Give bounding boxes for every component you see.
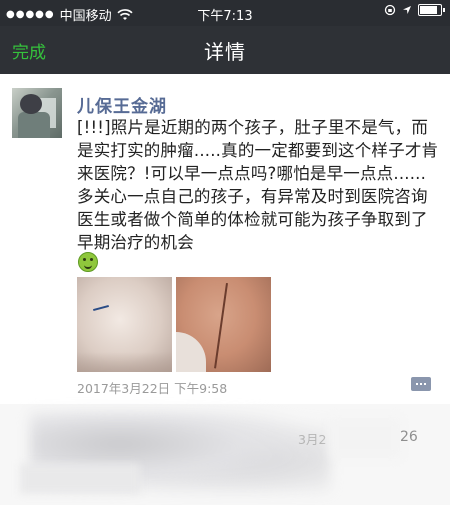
battery-icon	[418, 4, 445, 16]
post-photo-1[interactable]	[77, 277, 172, 372]
navigation-bar: 完成 详情	[0, 26, 450, 74]
redacted-date: 3月2	[298, 432, 327, 447]
post-text: [!!!]照片是近期的两个孩子，肚子里不是气，而是实打实的肿瘤.....真的一定…	[77, 118, 439, 252]
location-arrow-icon	[403, 6, 411, 14]
post-photo-2[interactable]	[176, 277, 271, 372]
status-bar: ●●●●● 中国移动 下午7:13	[0, 0, 450, 26]
comment-more-icon[interactable]	[411, 377, 431, 391]
author-name[interactable]: 儿保王金湖	[77, 92, 167, 117]
redacted-comment-area: 3月2 26	[0, 404, 450, 505]
status-icons	[384, 4, 445, 16]
redacted-number: 26	[400, 429, 418, 445]
rotation-lock-icon	[384, 4, 396, 16]
page-title: 详情	[204, 40, 246, 64]
status-time: 下午7:13	[197, 9, 253, 24]
post-timestamp: 2017年3月22日 下午9:58	[77, 381, 228, 396]
blurred-patch	[330, 418, 400, 458]
smile-emoji-icon	[78, 252, 98, 272]
blurred-content-small	[20, 464, 140, 494]
avatar[interactable]	[12, 88, 62, 138]
